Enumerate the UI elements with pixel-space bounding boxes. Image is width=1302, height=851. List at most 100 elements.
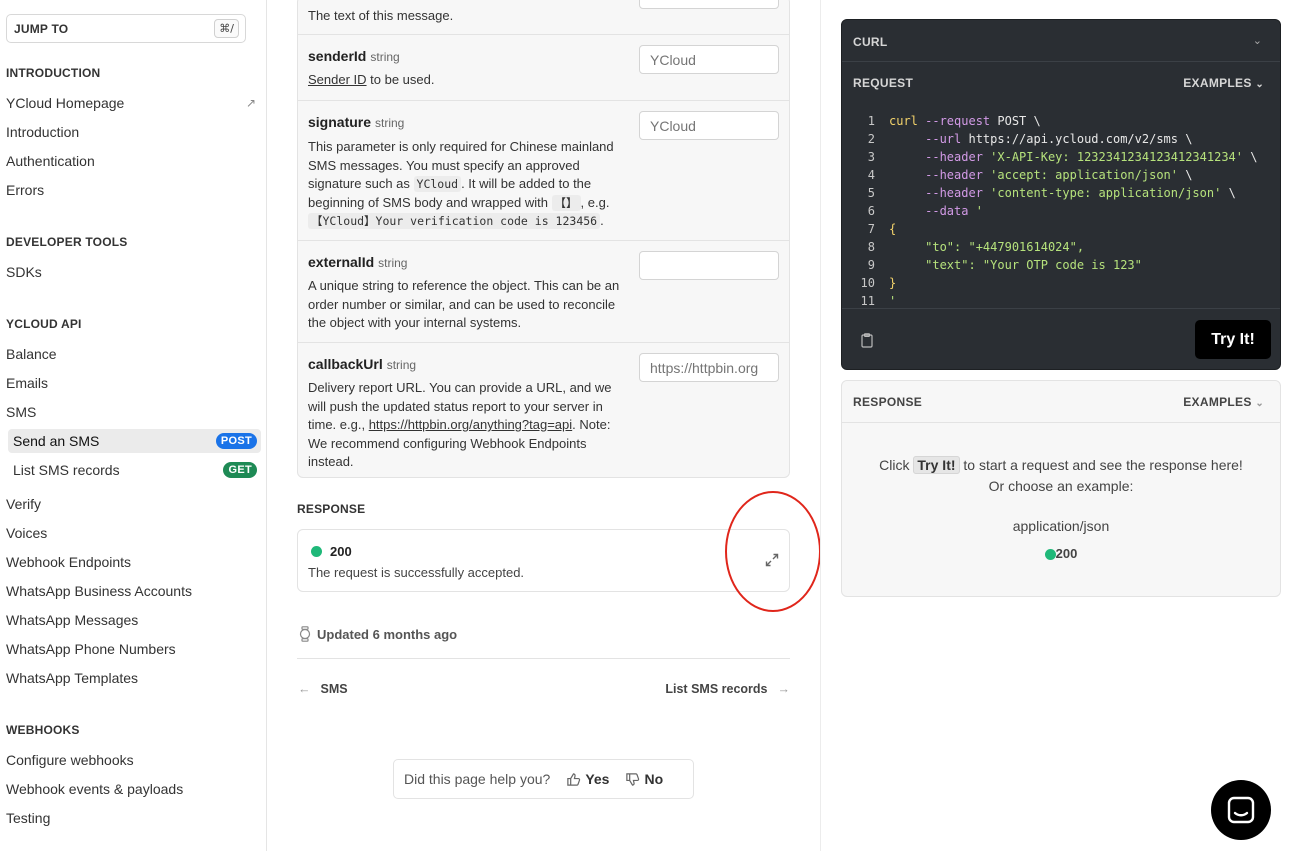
line-number: 7 bbox=[867, 222, 875, 236]
sidebar-item-send-an-sms[interactable]: Send an SMS POST bbox=[8, 429, 261, 453]
sidebar-item-emails[interactable]: Emails bbox=[6, 371, 258, 395]
param-row-callbackurl: callbackUrl string Delivery report URL. Y… bbox=[298, 342, 789, 477]
desc-part: , e.g. bbox=[580, 194, 610, 210]
code-token: curl bbox=[889, 114, 918, 128]
callbackurl-input[interactable] bbox=[639, 353, 779, 382]
code-line: 5 --header 'content-type: application/js… bbox=[842, 184, 1236, 202]
response-panel-title: RESPONSE bbox=[853, 395, 923, 409]
jump-to-label: JUMP TO bbox=[14, 21, 69, 36]
example-200-link[interactable]: 200 bbox=[842, 546, 1280, 561]
code-token: 'accept: application/json' bbox=[982, 168, 1178, 182]
externalid-input[interactable] bbox=[639, 251, 779, 280]
sidebar-item-whatsapp-messages[interactable]: WhatsApp Messages bbox=[6, 608, 258, 632]
code-token: POST \ bbox=[990, 114, 1041, 128]
sidebar-item-whatsapp-phone-numbers[interactable]: WhatsApp Phone Numbers bbox=[6, 637, 258, 661]
sidebar-item-testing[interactable]: Testing bbox=[6, 806, 258, 830]
httpbin-link[interactable]: https://httpbin.org/anything?tag=api bbox=[369, 417, 572, 432]
example-code: 200 bbox=[1055, 546, 1078, 561]
sidebar-item-label: Errors bbox=[6, 182, 45, 198]
sidebar-item-label: Configure webhooks bbox=[6, 752, 134, 768]
example-content-type: application/json bbox=[1012, 518, 1110, 534]
column-divider bbox=[820, 0, 821, 851]
sidebar-item-label: Balance bbox=[6, 346, 57, 362]
request-label: REQUEST bbox=[853, 76, 914, 90]
code-token: --url bbox=[925, 132, 962, 146]
request-examples-dropdown[interactable]: EXAMPLES ⌄ bbox=[1183, 76, 1264, 90]
sidebar-item-webhook-events[interactable]: Webhook events & payloads bbox=[6, 777, 258, 801]
response-heading: RESPONSE bbox=[297, 502, 366, 516]
code-token: ' bbox=[889, 294, 897, 308]
feedback-yes-button[interactable]: Yes bbox=[566, 771, 609, 787]
response-200-card[interactable]: 200 The request is successfully accepted… bbox=[297, 529, 790, 592]
body-params-panel: The text of this message. senderId string… bbox=[297, 0, 790, 478]
chat-launcher-button[interactable] bbox=[1211, 780, 1271, 840]
sidebar-item-list-sms-records[interactable]: List SMS records GET bbox=[8, 458, 261, 482]
clipboard-icon[interactable] bbox=[861, 333, 873, 348]
code-token: \ bbox=[1178, 168, 1193, 182]
line-number: 1 bbox=[867, 114, 875, 128]
page-feedback: Did this page help you? Yes No bbox=[393, 759, 694, 799]
inline-code: YCloud bbox=[413, 176, 462, 192]
sidebar-item-label: WhatsApp Business Accounts bbox=[6, 583, 192, 599]
param-desc: Delivery report URL. You can provide a U… bbox=[308, 379, 633, 472]
status-dot-icon bbox=[311, 546, 322, 557]
external-link-icon: ↗ bbox=[245, 96, 256, 110]
try-it-button[interactable]: Try It! bbox=[1195, 320, 1271, 359]
code-token: 'content-type: application/json' bbox=[982, 186, 1222, 200]
thumbs-down-icon bbox=[626, 772, 640, 786]
sidebar-item-label: Verify bbox=[6, 496, 42, 512]
section-webhooks: WEBHOOKS bbox=[6, 723, 80, 737]
line-number: 4 bbox=[867, 168, 875, 182]
method-badge-get: GET bbox=[223, 462, 257, 478]
line-number: 8 bbox=[867, 240, 875, 254]
code-line: 1 curl --request POST \ bbox=[842, 112, 1041, 130]
feedback-question: Did this page help you? bbox=[404, 771, 551, 787]
expand-icon[interactable] bbox=[764, 552, 780, 568]
code-token: --data bbox=[925, 204, 969, 218]
sender-id-link[interactable]: Sender ID bbox=[308, 72, 367, 87]
code-line: 9 "text": "Your OTP code is 123" bbox=[842, 256, 1142, 274]
section-ycloud-api: YCLOUD API bbox=[6, 317, 82, 331]
sidebar-item-webhook-endpoints[interactable]: Webhook Endpoints bbox=[6, 550, 258, 574]
sidebar-item-introduction[interactable]: Introduction bbox=[6, 120, 258, 144]
param-type: string bbox=[378, 256, 408, 270]
line-number: 2 bbox=[867, 132, 875, 146]
code-token: "to": "+447901614024", bbox=[925, 240, 1085, 254]
sidebar-item-label: Voices bbox=[6, 525, 48, 541]
code-line: 10} bbox=[842, 274, 897, 292]
senderid-input[interactable] bbox=[639, 45, 779, 74]
sidebar-item-verify[interactable]: Verify bbox=[6, 492, 258, 516]
prev-page-label: SMS bbox=[320, 682, 348, 696]
sidebar-item-sms[interactable]: SMS bbox=[6, 400, 258, 424]
chevron-down-icon: ⌄ bbox=[1255, 398, 1264, 409]
sidebar-item-configure-webhooks[interactable]: Configure webhooks bbox=[6, 748, 258, 772]
feedback-no-label: No bbox=[644, 771, 664, 787]
sidebar-item-sdks[interactable]: SDKs bbox=[6, 260, 258, 284]
code-token: } bbox=[889, 276, 897, 290]
code-line: 4 --header 'accept: application/json' \ bbox=[842, 166, 1193, 184]
param-row-signature: signature string This parameter is only r… bbox=[298, 100, 789, 240]
chevron-down-icon[interactable]: ⌄ bbox=[1253, 34, 1262, 47]
response-panel-header: RESPONSE EXAMPLES ⌄ bbox=[842, 381, 1280, 423]
sidebar-item-errors[interactable]: Errors bbox=[6, 178, 258, 202]
sidebar-item-voices[interactable]: Voices bbox=[6, 521, 258, 545]
curl-header[interactable]: CURL ⌄ bbox=[842, 20, 1280, 62]
sidebar-item-whatsapp-business-accounts[interactable]: WhatsApp Business Accounts bbox=[6, 579, 258, 603]
text-input[interactable] bbox=[639, 0, 779, 9]
code-token: --request bbox=[917, 114, 991, 128]
msg-line-2: Or choose an example: bbox=[988, 478, 1134, 494]
prev-page-link[interactable]: ← SMS bbox=[298, 682, 348, 696]
feedback-no-button[interactable]: No bbox=[625, 771, 663, 787]
code-line: 2 --url https://api.ycloud.com/v2/sms \ bbox=[842, 130, 1193, 148]
code-token: ' bbox=[968, 204, 983, 218]
code-line: 8 "to": "+447901614024", bbox=[842, 238, 1084, 256]
sidebar-item-ycloud-homepage[interactable]: YCloud Homepage ↗ bbox=[6, 91, 258, 115]
jump-to-search[interactable]: JUMP TO ⌘/ bbox=[6, 14, 246, 43]
next-page-link[interactable]: List SMS records → bbox=[665, 682, 790, 696]
sidebar-item-authentication[interactable]: Authentication bbox=[6, 149, 258, 173]
param-desc-text: to be used. bbox=[366, 72, 435, 87]
sidebar-item-balance[interactable]: Balance bbox=[6, 342, 258, 366]
sidebar-item-whatsapp-templates[interactable]: WhatsApp Templates bbox=[6, 666, 258, 690]
signature-input[interactable] bbox=[639, 111, 779, 140]
response-examples-dropdown[interactable]: EXAMPLES ⌄ bbox=[1183, 395, 1264, 409]
